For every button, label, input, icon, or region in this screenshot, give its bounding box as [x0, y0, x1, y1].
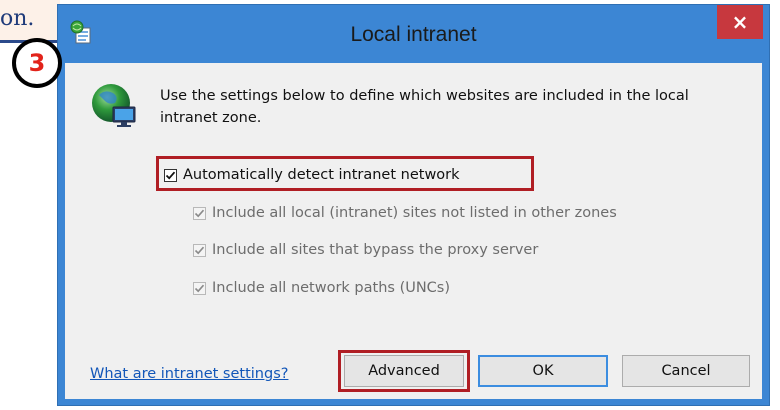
include-local-sites-label: Include all local (intranet) sites not l… [212, 205, 617, 221]
include-local-sites-checkbox [193, 206, 206, 220]
dialog-body: Use the settings below to define which w… [65, 63, 762, 399]
intro-text: Use the settings below to define which w… [160, 88, 689, 126]
include-bypass-proxy-row: Include all sites that bypass the proxy … [193, 242, 538, 258]
intranet-settings-help-link[interactable]: What are intranet settings? [90, 366, 288, 382]
close-icon: × [731, 10, 749, 34]
local-intranet-dialog: Local intranet × Use the settings below … [57, 4, 770, 406]
cancel-button[interactable]: Cancel [622, 355, 750, 387]
globe-network-icon [92, 84, 136, 127]
include-bypass-proxy-checkbox [193, 243, 206, 257]
checkmark-icon [194, 209, 205, 217]
include-network-paths-checkbox [193, 281, 206, 295]
title-bar[interactable]: Local intranet × [58, 5, 769, 63]
advanced-highlight-box [338, 350, 470, 392]
checkmark-icon [194, 246, 205, 254]
include-bypass-proxy-label: Include all sites that bypass the proxy … [212, 242, 539, 258]
include-local-sites-row: Include all local (intranet) sites not l… [193, 205, 617, 221]
include-network-paths-row: Include all network paths (UNCs) [193, 280, 450, 296]
step-number-badge: 3 [12, 38, 62, 88]
close-button[interactable]: × [717, 5, 763, 39]
background-page-text: on. [0, 6, 35, 31]
background-page-fragment: on. [0, 0, 60, 43]
ok-button[interactable]: OK [478, 355, 608, 387]
include-network-paths-label: Include all network paths (UNCs) [212, 280, 451, 296]
auto-detect-highlight-box [156, 156, 534, 191]
checkmark-icon [194, 284, 205, 292]
window-title: Local intranet [350, 23, 477, 46]
